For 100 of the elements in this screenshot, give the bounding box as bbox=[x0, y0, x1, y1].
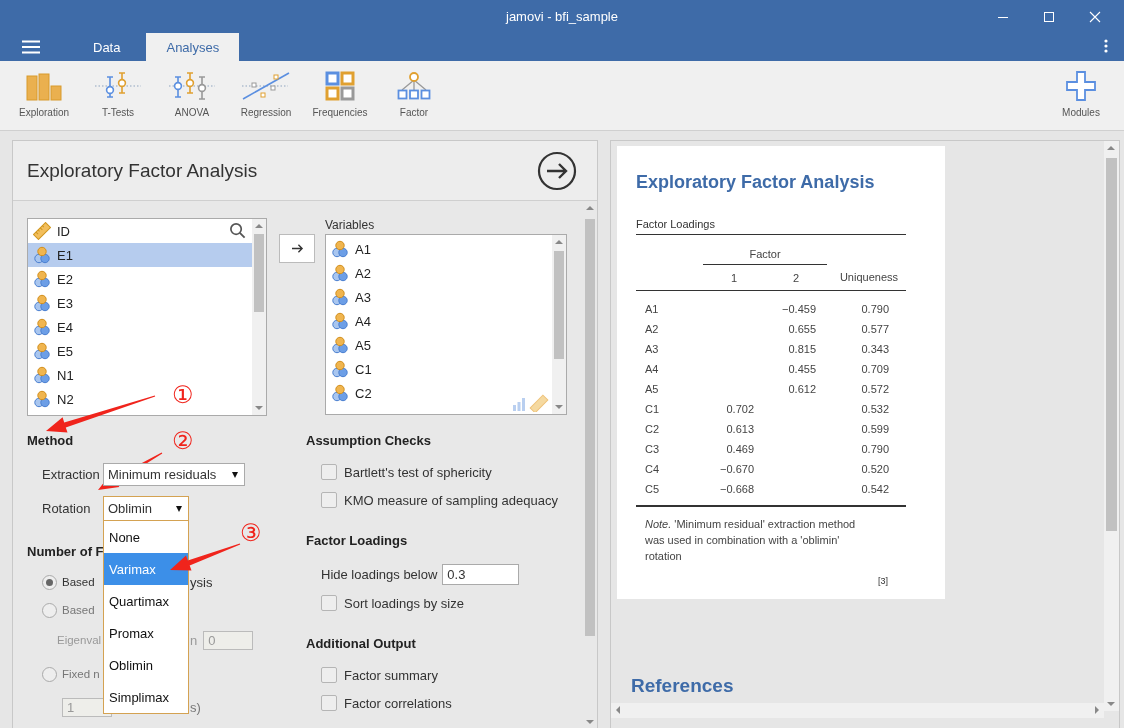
maximize-icon[interactable] bbox=[1043, 10, 1055, 23]
window-title: jamovi - bfi_sample bbox=[504, 9, 619, 24]
checkbox-label: Factor summary bbox=[344, 667, 438, 683]
variable-item[interactable]: N1 bbox=[28, 363, 82, 387]
section-heading: Method bbox=[27, 432, 74, 450]
variable-item[interactable]: E4 bbox=[28, 315, 81, 339]
dropdown-option[interactable]: Oblimin bbox=[104, 649, 188, 681]
rotation-dropdown[interactable]: Oblimin bbox=[103, 496, 189, 521]
table-cell: −0.668 bbox=[720, 483, 754, 495]
radio-button[interactable] bbox=[42, 602, 57, 618]
variable-item[interactable]: A1 bbox=[326, 237, 379, 261]
variable-item[interactable]: E3 bbox=[28, 291, 81, 315]
hierarchy-icon bbox=[397, 71, 431, 101]
ordinal-variable-icon bbox=[331, 384, 349, 402]
variable-item[interactable]: A2 bbox=[326, 261, 379, 285]
input-field[interactable]: 0.3 bbox=[442, 563, 520, 585]
radio-label: ysis bbox=[190, 574, 213, 590]
checkbox-label: Factor correlations bbox=[344, 695, 452, 711]
arrow-circle-icon[interactable] bbox=[537, 150, 577, 191]
grid-squares-icon bbox=[325, 71, 355, 101]
variable-item[interactable]: E2 bbox=[28, 267, 81, 291]
results-title: Exploratory Factor Analysis bbox=[636, 172, 876, 193]
table-cell: 0.599 bbox=[861, 423, 889, 435]
scrollbar[interactable] bbox=[611, 703, 1104, 718]
scrollbar[interactable] bbox=[252, 219, 266, 415]
plus-icon bbox=[1066, 71, 1096, 101]
row-label: C5 bbox=[645, 483, 660, 495]
tab[interactable]: Analyses bbox=[146, 33, 240, 61]
variable-item[interactable]: C2 bbox=[326, 381, 380, 405]
ordinal-variable-icon bbox=[331, 336, 349, 354]
table-cell: 0.702 bbox=[726, 403, 754, 415]
table-cell: 0.790 bbox=[861, 443, 889, 455]
ordinal-variable-icon bbox=[33, 294, 51, 312]
checkbox-label: Bartlett's test of sphericity bbox=[344, 464, 492, 480]
ordinal-variable-icon bbox=[331, 312, 349, 330]
dropdown-option[interactable]: None bbox=[104, 521, 188, 553]
section-heading: Assumption Checks bbox=[306, 432, 431, 450]
error-bars-icon bbox=[168, 71, 216, 101]
column-header: 1 bbox=[730, 271, 738, 284]
row-label: A5 bbox=[645, 383, 659, 395]
search-icon[interactable] bbox=[229, 222, 246, 239]
radio-button[interactable] bbox=[42, 574, 57, 590]
field-label: Rotation bbox=[42, 501, 92, 516]
ribbon-button[interactable]: Regression bbox=[229, 61, 303, 130]
scrollbar[interactable] bbox=[1104, 141, 1119, 711]
ordinal-variable-icon bbox=[33, 270, 51, 288]
dropdown-option[interactable]: Quartimax bbox=[104, 585, 188, 617]
tab[interactable]: Data bbox=[71, 33, 143, 61]
row-label: A3 bbox=[645, 343, 659, 355]
checkbox[interactable] bbox=[321, 695, 337, 711]
step-number: ① bbox=[172, 382, 194, 408]
variable-item[interactable]: E5 bbox=[28, 339, 81, 363]
column-header: Uniqueness bbox=[839, 271, 898, 284]
variable-item[interactable]: N2 bbox=[28, 387, 82, 411]
table-note: Note. 'Minimum residual' extraction method was used in combination with a 'oblimin' rotation bbox=[645, 517, 857, 564]
checkbox[interactable] bbox=[321, 464, 337, 480]
ribbon-button[interactable]: Exploration bbox=[7, 61, 81, 130]
close-icon[interactable] bbox=[1089, 10, 1101, 23]
variable-item[interactable]: E1 bbox=[28, 243, 252, 267]
radio-button[interactable] bbox=[42, 666, 57, 682]
scatter-line-icon bbox=[241, 71, 291, 101]
scrollbar[interactable] bbox=[552, 235, 566, 414]
step-number: ③ bbox=[240, 520, 262, 546]
ribbon-button[interactable]: Frequencies bbox=[303, 61, 377, 130]
more-options-icon[interactable] bbox=[1104, 39, 1108, 53]
table-cell: 0.790 bbox=[861, 303, 889, 315]
field-label: s) bbox=[190, 699, 201, 715]
move-button[interactable] bbox=[279, 234, 315, 263]
ruler-icon bbox=[33, 222, 51, 240]
row-label: C4 bbox=[645, 463, 660, 475]
checkbox[interactable] bbox=[321, 667, 337, 683]
column-header: 2 bbox=[792, 271, 800, 284]
annotation-arrow bbox=[170, 543, 241, 571]
menu-icon[interactable] bbox=[22, 40, 40, 54]
ribbon-button[interactable]: T-Tests bbox=[81, 61, 155, 130]
variable-item[interactable]: A5 bbox=[326, 333, 379, 357]
radio-label: Fixed n bbox=[62, 668, 100, 680]
variable-item[interactable]: ID bbox=[28, 219, 78, 243]
field-label: Eigenval bbox=[57, 634, 102, 646]
list-label: Variables bbox=[325, 218, 376, 234]
ribbon-button[interactable]: ANOVA bbox=[155, 61, 229, 130]
ordinal-variable-icon bbox=[331, 264, 349, 282]
ribbon-button[interactable]: Factor bbox=[377, 61, 451, 130]
table-cell: 0.532 bbox=[861, 403, 889, 415]
variable-item[interactable]: A4 bbox=[326, 309, 379, 333]
row-label: C2 bbox=[645, 423, 660, 435]
dropdown-option[interactable]: Promax bbox=[104, 617, 188, 649]
section-heading: Number of F bbox=[27, 543, 104, 561]
variable-item[interactable]: C1 bbox=[326, 357, 380, 381]
checkbox[interactable] bbox=[321, 595, 337, 611]
table-cell: −0.459 bbox=[782, 303, 816, 315]
modules-button[interactable]: Modules bbox=[1044, 61, 1118, 130]
ordinal-variable-icon bbox=[33, 318, 51, 336]
variable-item[interactable]: A3 bbox=[326, 285, 379, 309]
checkbox[interactable] bbox=[321, 492, 337, 508]
extraction-dropdown[interactable]: Minimum residuals bbox=[103, 463, 245, 486]
row-label: A4 bbox=[645, 363, 659, 375]
arrow-right-icon bbox=[290, 243, 304, 254]
table-title: Factor Loadings bbox=[636, 218, 716, 230]
ordinal-variable-icon bbox=[33, 342, 51, 360]
